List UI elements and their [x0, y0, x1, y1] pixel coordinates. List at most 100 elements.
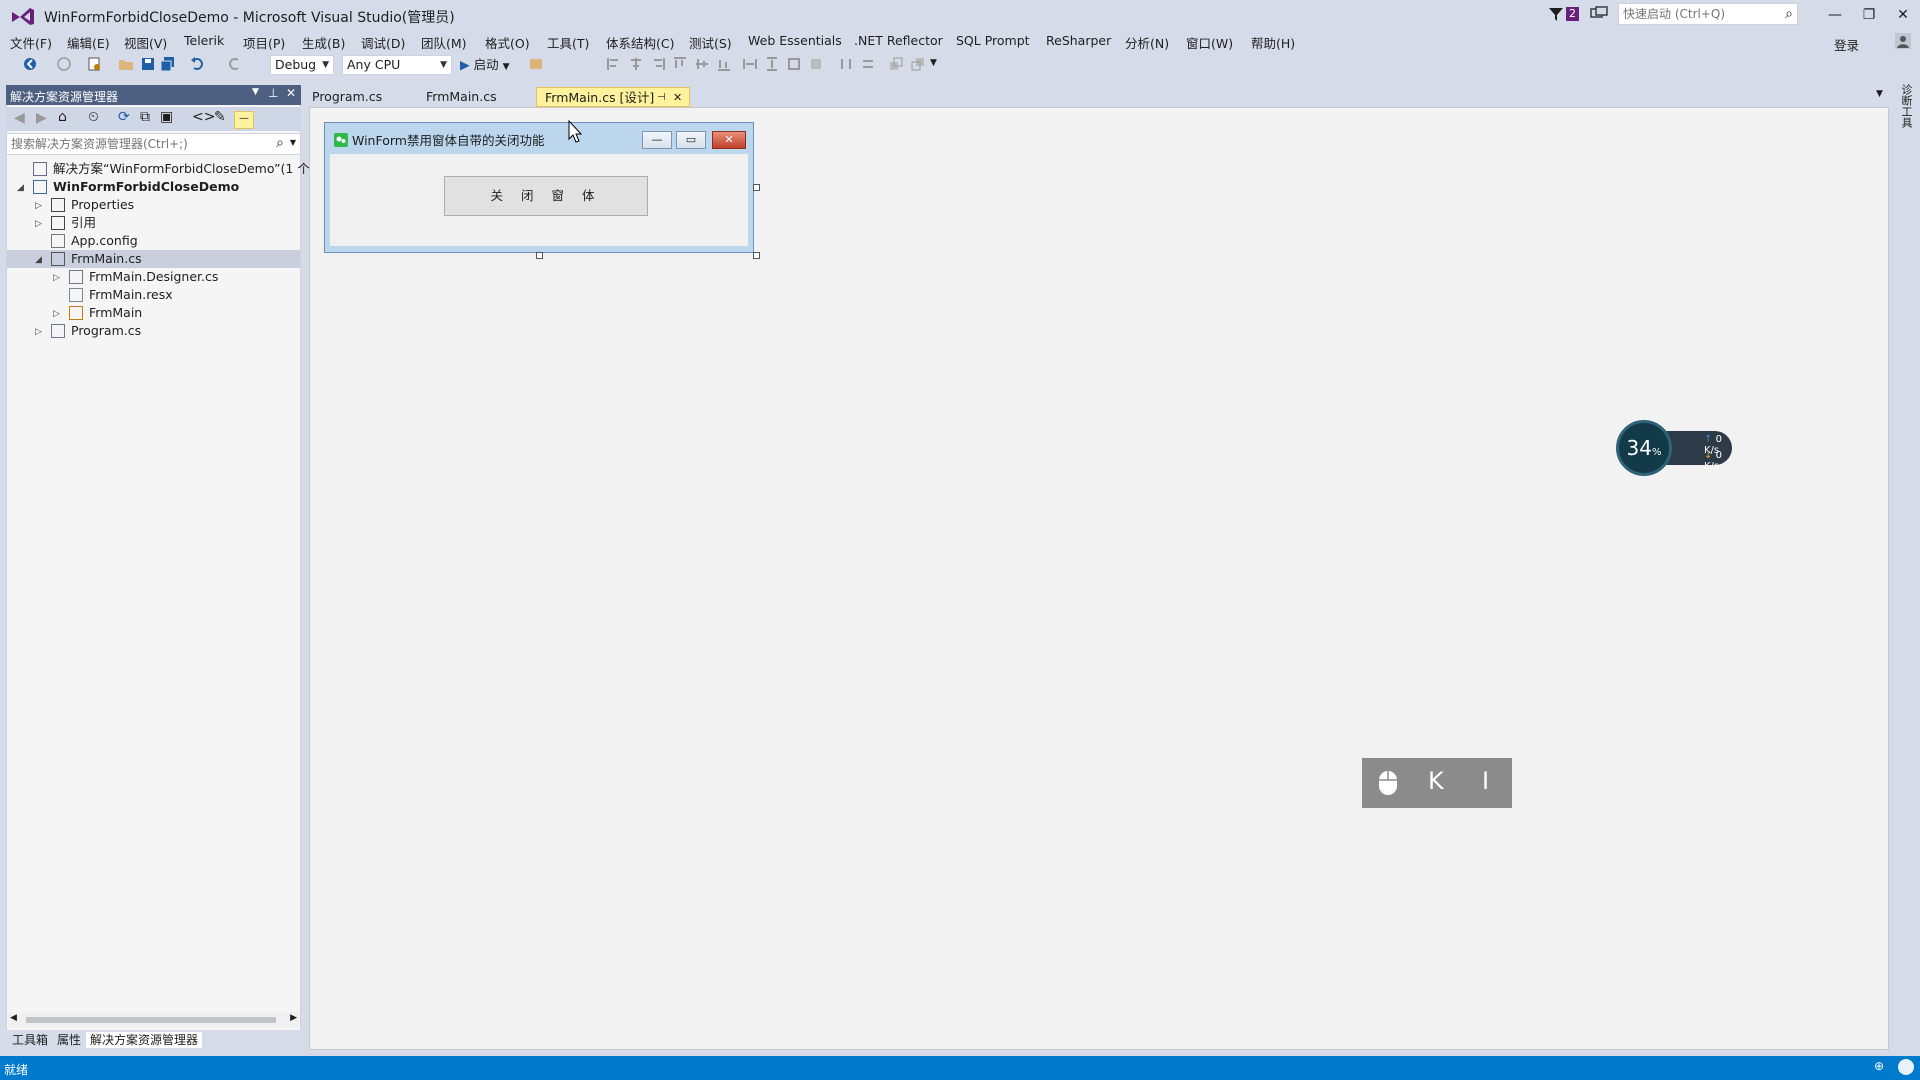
minimize-window-button[interactable]: — — [1822, 4, 1848, 26]
tree-item[interactable]: ▷ Program.cs — [7, 322, 300, 340]
send-to-back-icon[interactable] — [910, 56, 926, 72]
form-close-button[interactable]: ✕ — [712, 131, 746, 149]
tab-solution-explorer[interactable]: 解决方案资源管理器 — [86, 1032, 203, 1048]
redo-icon[interactable] — [226, 56, 242, 72]
doc-tab-program-cs[interactable]: Program.cs — [304, 87, 390, 107]
tree-item[interactable]: ▷ 引用 — [7, 214, 300, 232]
collapsed-chevron-icon[interactable]: ▷ — [35, 215, 42, 233]
menu-web-essentials[interactable]: Web Essentials — [748, 33, 842, 48]
vertical-spacing-icon[interactable] — [860, 56, 876, 72]
tree-item[interactable]: ▷ FrmMain.Designer.cs — [7, 268, 300, 286]
menu-build[interactable]: 生成(B) — [302, 33, 345, 52]
network-speed-widget[interactable]: ↑ 0 K/s ↓ 0 K/s 34% — [1616, 420, 1736, 476]
horizontal-spacing-icon[interactable] — [838, 56, 854, 72]
align-rights-icon[interactable] — [650, 56, 666, 72]
menu-help[interactable]: 帮助(H) — [1251, 33, 1295, 52]
navigate-back-icon[interactable] — [22, 56, 38, 72]
form-minimize-button[interactable]: — — [642, 131, 672, 149]
diagnostic-tools-label[interactable]: 诊断工具 — [1898, 84, 1914, 128]
navigate-forward-icon[interactable] — [56, 56, 72, 72]
doc-tab-frmmain-cs[interactable]: FrmMain.cs — [418, 87, 505, 107]
menu-project[interactable]: 项目(P) — [243, 33, 285, 52]
pin-icon[interactable]: ⊥ — [268, 86, 278, 100]
resize-handle-bottom-right[interactable] — [753, 252, 760, 259]
collapsed-chevron-icon[interactable]: ▷ — [35, 197, 42, 215]
tree-item[interactable]: ◢ FrmMain.cs — [7, 250, 300, 268]
make-same-size-icon[interactable] — [786, 56, 802, 72]
save-icon[interactable] — [140, 56, 156, 72]
collapse-all-icon[interactable]: ⧉ — [140, 109, 150, 125]
tab-overflow-dropdown-icon[interactable]: ▼ — [1876, 89, 1883, 99]
refresh-icon[interactable]: ⟳ — [118, 109, 130, 125]
menu-test[interactable]: 测试(S) — [689, 33, 732, 52]
quick-launch-box[interactable]: ⌕ — [1618, 3, 1798, 25]
align-centers-icon[interactable] — [628, 56, 644, 72]
size-to-grid-icon[interactable] — [808, 56, 824, 72]
menu-resharper[interactable]: ReSharper — [1046, 33, 1111, 48]
solution-explorer-hscrollbar[interactable]: ◀ ▶ — [8, 1012, 299, 1028]
solution-configuration-select[interactable]: Debug ▼ — [270, 55, 334, 75]
doc-tab-frmmain-designer[interactable]: FrmMain.cs [设计] ⊣ ✕ — [536, 87, 690, 107]
solution-platform-select[interactable]: Any CPU ▼ — [342, 55, 452, 75]
status-add-icon[interactable]: ⊕ — [1874, 1059, 1884, 1073]
properties-wrench-icon[interactable]: ✎ — [214, 109, 226, 125]
tree-item[interactable]: 解决方案“WinFormForbidCloseDemo”(1 个项目 — [7, 160, 335, 178]
preview-selected-items-icon[interactable]: — — [234, 111, 254, 129]
collapsed-chevron-icon[interactable]: ▷ — [53, 305, 60, 323]
make-same-width-icon[interactable] — [742, 56, 758, 72]
notifications-button[interactable]: 2 — [1548, 5, 1580, 25]
search-options-icon[interactable]: ▼ — [290, 138, 296, 147]
open-file-icon[interactable] — [118, 56, 134, 72]
align-lefts-icon[interactable] — [606, 56, 622, 72]
status-notification-icon[interactable] — [1898, 1059, 1914, 1075]
back-icon[interactable]: ◀ — [14, 110, 25, 126]
resize-handle-right[interactable] — [753, 184, 760, 191]
resize-handle-bottom[interactable] — [536, 252, 543, 259]
tree-item[interactable]: App.config — [7, 232, 300, 250]
solution-search-input[interactable] — [7, 134, 275, 154]
menu-sql-prompt[interactable]: SQL Prompt — [956, 33, 1030, 48]
solution-explorer-search[interactable]: ⌕ ▼ — [6, 133, 301, 155]
diagnostic-tools-strip[interactable]: 诊断工具 — [1892, 80, 1920, 1050]
menu-debug[interactable]: 调试(D) — [361, 33, 405, 52]
scroll-thumb[interactable] — [26, 1017, 276, 1023]
align-bottoms-icon[interactable] — [716, 56, 732, 72]
align-tops-icon[interactable] — [672, 56, 688, 72]
undo-icon[interactable] — [190, 56, 206, 72]
feedback-icon[interactable] — [1590, 6, 1608, 22]
menu-net-reflector[interactable]: .NET Reflector — [854, 33, 943, 48]
tree-item[interactable]: ◢ WinFormForbidCloseDemo — [7, 178, 300, 196]
new-project-icon[interactable] — [86, 56, 102, 72]
tab-toolbox[interactable]: 工具箱 — [8, 1032, 52, 1048]
tab-properties[interactable]: 属性 — [53, 1032, 85, 1048]
menu-analyze[interactable]: 分析(N) — [1125, 33, 1169, 52]
expanded-chevron-icon[interactable]: ◢ — [35, 251, 42, 269]
account-icon[interactable] — [1894, 32, 1912, 50]
pending-changes-filter-icon[interactable]: ⏲ — [88, 109, 99, 125]
forward-icon[interactable]: ▶ — [36, 110, 47, 126]
scroll-right-icon[interactable]: ▶ — [290, 1013, 297, 1023]
menu-architecture[interactable]: 体系结构(C) — [606, 33, 674, 52]
close-tab-icon[interactable]: ✕ — [673, 88, 682, 108]
tree-item[interactable]: ▷ Properties — [7, 196, 300, 214]
collapsed-chevron-icon[interactable]: ▷ — [35, 323, 42, 341]
restore-window-button[interactable]: ❐ — [1856, 4, 1882, 26]
scroll-left-icon[interactable]: ◀ — [10, 1013, 17, 1023]
form-maximize-button[interactable]: ▭ — [676, 131, 706, 149]
menu-tools[interactable]: 工具(T) — [547, 33, 589, 52]
view-code-icon[interactable]: <> — [192, 109, 215, 125]
expanded-chevron-icon[interactable]: ◢ — [17, 179, 24, 197]
quick-launch-input[interactable] — [1619, 4, 1777, 24]
home-icon[interactable]: ⌂ — [58, 109, 67, 125]
tree-item[interactable]: ▷ FrmMain — [7, 304, 300, 322]
close-window-button[interactable]: ✕ — [1890, 4, 1916, 26]
pin-tab-icon[interactable]: ⊣ — [657, 88, 666, 108]
menu-telerik[interactable]: Telerik — [184, 33, 224, 48]
tree-item[interactable]: FrmMain.resx — [7, 286, 300, 304]
panel-dropdown-icon[interactable]: ▼ — [252, 87, 259, 97]
toolbar-overflow-icon[interactable]: ▼ — [930, 58, 937, 68]
close-form-button[interactable]: 关 闭 窗 体 — [444, 176, 648, 216]
align-middles-icon[interactable] — [694, 56, 710, 72]
menu-file[interactable]: 文件(F) — [10, 33, 52, 52]
start-debugging-button[interactable]: ▶ 启动 ▼ — [460, 56, 510, 74]
